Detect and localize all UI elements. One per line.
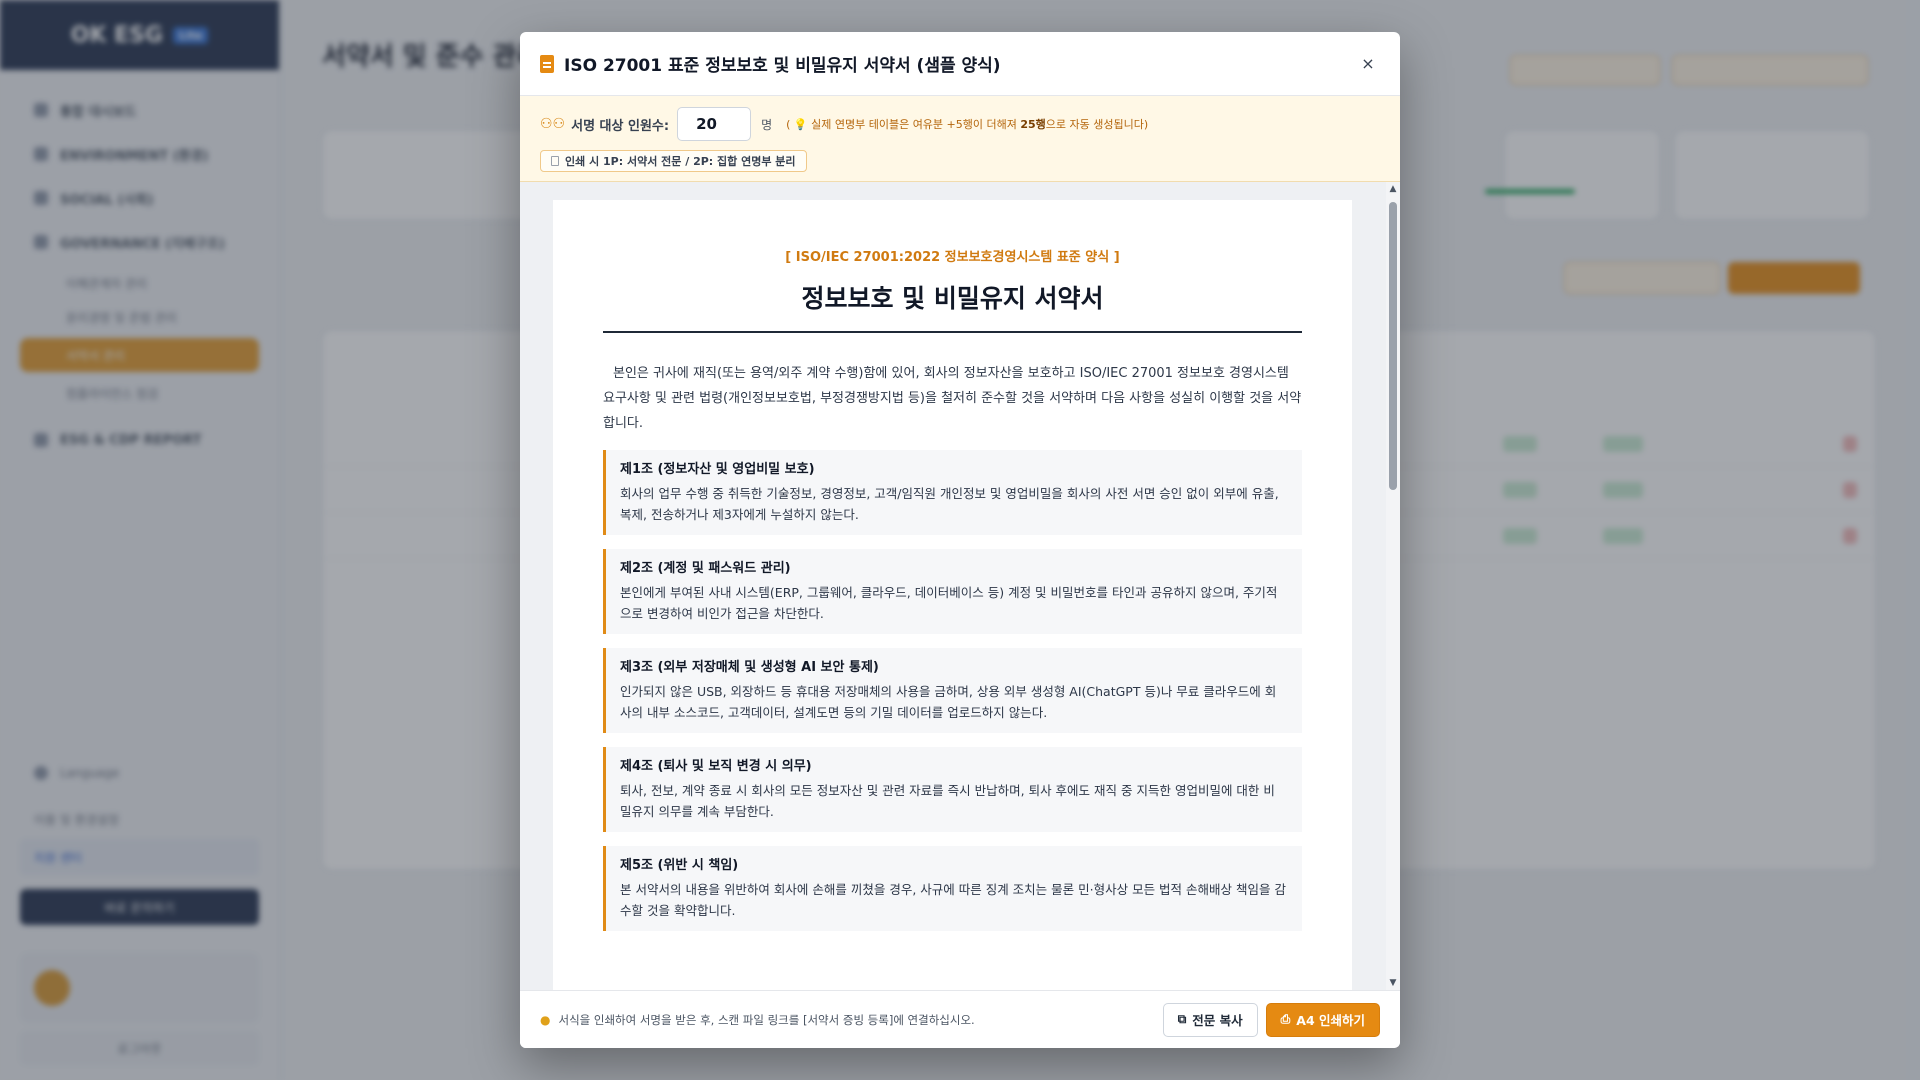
- pledge-modal: ISO 27001 표준 정보보호 및 비밀유지 서약서 (샘플 양식) × ⚇…: [520, 32, 1400, 1048]
- document-title: 정보보호 및 비밀유지 서약서: [603, 279, 1302, 333]
- modal-footer: ● 서식을 인쇄하여 서명을 받은 후, 스캔 파일 링크를 [서약서 증빙 등…: [520, 990, 1400, 1048]
- close-button[interactable]: ×: [1356, 52, 1380, 76]
- copy-label: 전문 복사: [1192, 1013, 1243, 1028]
- article-1: 제1조 (정보자산 및 영업비밀 보호) 회사의 업무 수행 중 취득한 기술정…: [603, 450, 1302, 535]
- scrollbar-thumb[interactable]: [1389, 202, 1397, 490]
- modal-title: ISO 27001 표준 정보보호 및 비밀유지 서약서 (샘플 양식): [564, 56, 1001, 76]
- signer-settings-bar: ⚇⚇ 서명 대상 인원수: 명 ( 💡 실제 연명부 테이블은 여유분 +5행이…: [520, 96, 1400, 182]
- modal-header: ISO 27001 표준 정보보호 및 비밀유지 서약서 (샘플 양식) ×: [520, 32, 1400, 96]
- pledge-document: [ ISO/IEC 27001:2022 정보보호경영시스템 표준 양식 ] 정…: [553, 200, 1352, 990]
- preview-scrollbar[interactable]: ▲ ▼: [1386, 182, 1400, 990]
- signers-unit: 명: [761, 117, 773, 132]
- standard-label: [ ISO/IEC 27001:2022 정보보호경영시스템 표준 양식 ]: [785, 250, 1120, 265]
- article-title: 제3조 (외부 저장매체 및 생성형 AI 보안 통제): [620, 660, 879, 675]
- scroll-down-icon[interactable]: ▼: [1388, 978, 1398, 988]
- hint-suffix: 으로 자동 생성됩니다): [1045, 118, 1149, 131]
- printer-icon: ⎙: [1280, 1012, 1291, 1026]
- people-icon: ⚇⚇: [540, 116, 566, 132]
- print-note: 인쇄 시 1P: 서약서 전문 / 2P: 집합 연명부 분리: [540, 150, 807, 172]
- document-preview[interactable]: [ ISO/IEC 27001:2022 정보보호경영시스템 표준 양식 ] 정…: [520, 182, 1400, 990]
- scroll-up-icon[interactable]: ▲: [1388, 184, 1398, 194]
- print-button[interactable]: ⎙ A4 인쇄하기: [1265, 1002, 1380, 1037]
- document-icon: [540, 54, 554, 73]
- article-body: 퇴사, 전보, 계약 종료 시 회사의 모든 정보자산 및 관련 자료를 즉시 …: [620, 783, 1275, 819]
- article-title: 제2조 (계정 및 패스워드 관리): [620, 561, 791, 576]
- copy-button[interactable]: ⧉ 전문 복사: [1162, 1002, 1258, 1037]
- hint-prefix: ( 💡 실제 연명부 테이블은 여유분 +5행이 더해져: [786, 118, 1021, 131]
- rows-hint: ( 💡 실제 연명부 테이블은 여유분 +5행이 더해져 25행으로 자동 생성…: [786, 116, 1148, 132]
- signers-count-input[interactable]: [677, 107, 752, 141]
- article-body: 본 서약서의 내용을 위반하여 회사에 손해를 끼쳤을 경우, 사규에 따른 징…: [620, 882, 1286, 918]
- print-note-text: 인쇄 시 1P: 서약서 전문 / 2P: 집합 연명부 분리: [565, 155, 796, 168]
- article-4: 제4조 (퇴사 및 보직 변경 시 의무) 퇴사, 전보, 계약 종료 시 회사…: [603, 747, 1302, 832]
- signers-label: 서명 대상 인원수:: [571, 118, 670, 134]
- hint-rows: 25행: [1020, 118, 1046, 131]
- article-body: 본인에게 부여된 사내 시스템(ERP, 그룹웨어, 클라우드, 데이터베이스 …: [620, 585, 1278, 621]
- footer-note: 서식을 인쇄하여 서명을 받은 후, 스캔 파일 링크를 [서약서 증빙 등록]…: [558, 1012, 975, 1027]
- article-body: 회사의 업무 수행 중 취득한 기술정보, 경영정보, 고객/임직원 개인정보 …: [620, 486, 1279, 522]
- lightbulb-icon: ●: [540, 1012, 551, 1027]
- article-5: 제5조 (위반 시 책임) 본 서약서의 내용을 위반하여 회사에 손해를 끼쳤…: [603, 846, 1302, 931]
- article-title: 제5조 (위반 시 책임): [620, 858, 739, 873]
- article-title: 제4조 (퇴사 및 보직 변경 시 의무): [620, 759, 812, 774]
- print-label: A4 인쇄하기: [1296, 1013, 1365, 1028]
- copy-icon: ⧉: [1177, 1012, 1187, 1026]
- page-icon: [551, 156, 559, 166]
- article-body: 인가되지 않은 USB, 외장하드 등 휴대용 저장매체의 사용을 금하며, 상…: [620, 684, 1277, 720]
- document-intro: 본인은 귀사에 재직(또는 용역/외주 계약 수행)함에 있어, 회사의 정보자…: [603, 366, 1302, 431]
- article-3: 제3조 (외부 저장매체 및 생성형 AI 보안 통제) 인가되지 않은 USB…: [603, 648, 1302, 733]
- article-2: 제2조 (계정 및 패스워드 관리) 본인에게 부여된 사내 시스템(ERP, …: [603, 549, 1302, 634]
- article-title: 제1조 (정보자산 및 영업비밀 보호): [620, 462, 815, 477]
